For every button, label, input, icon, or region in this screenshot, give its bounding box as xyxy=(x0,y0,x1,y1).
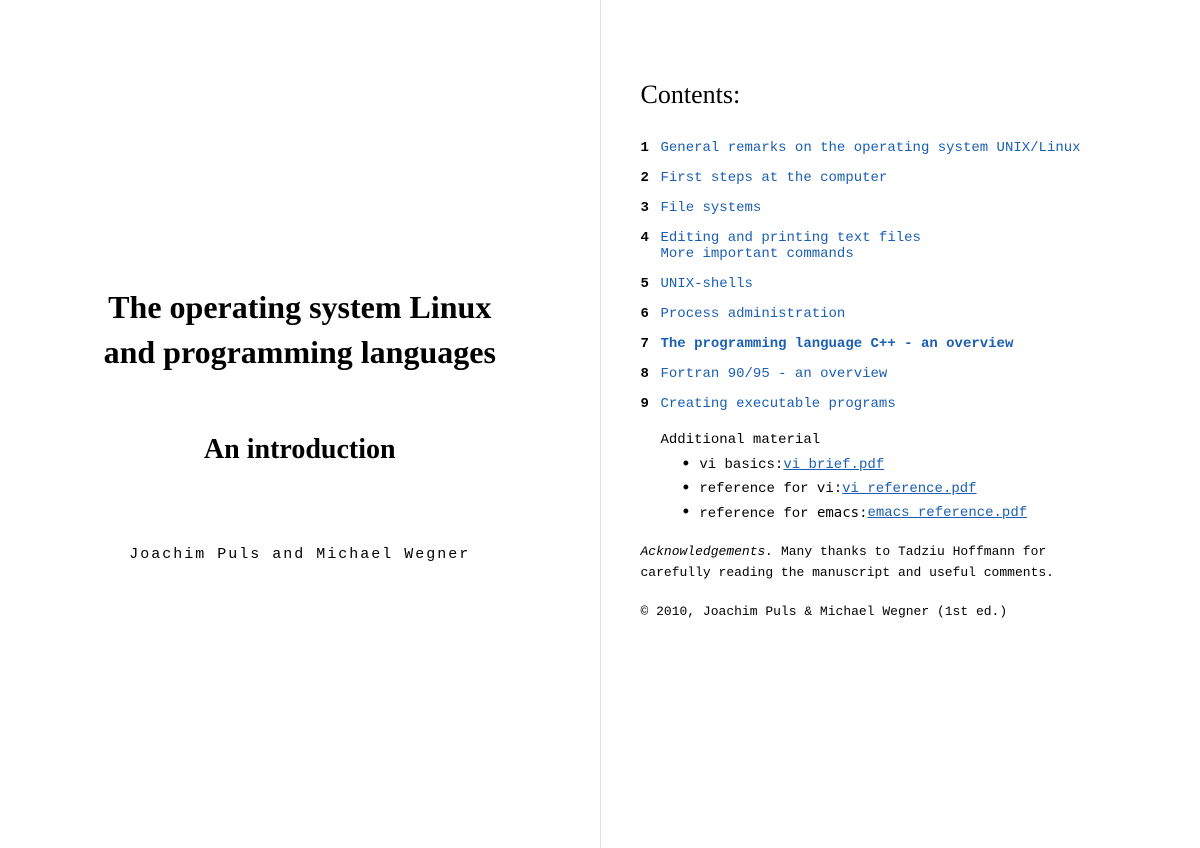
toc-item-3: 3 File systems xyxy=(641,200,1161,216)
toc-link-1[interactable]: General remarks on the operating system … xyxy=(661,140,1081,156)
acknowledgements-italic: Acknowledgements. xyxy=(641,544,774,559)
vi-brief-link[interactable]: vi_brief.pdf xyxy=(783,457,884,473)
toc-item-8: 8 Fortran 90/95 - an overview xyxy=(641,366,1161,382)
toc-link-4a[interactable]: Editing and printing text files xyxy=(661,230,921,246)
book-subtitle: An introduction xyxy=(204,434,396,466)
book-title-line1: The operating system Linux xyxy=(108,289,491,325)
toc-multiline-4: Editing and printing text files More imp… xyxy=(661,230,921,262)
toc-link-3[interactable]: File systems xyxy=(661,200,762,216)
bullet-prefix-1: vi basics: xyxy=(699,457,783,473)
toc-link-6[interactable]: Process administration xyxy=(661,306,846,322)
toc-number-6: 6 xyxy=(641,306,661,322)
toc-link-2[interactable]: First steps at the computer xyxy=(661,170,888,186)
toc-number-1: 1 xyxy=(641,140,661,156)
toc-link-8[interactable]: Fortran 90/95 - an overview xyxy=(661,366,888,382)
bullet-item-vi-reference: • reference for vi: vi_reference.pdf xyxy=(681,480,1161,498)
toc-item-1: 1 General remarks on the operating syste… xyxy=(641,140,1161,156)
table-of-contents: 1 General remarks on the operating syste… xyxy=(641,140,1161,412)
toc-link-7[interactable]: The programming language C++ - an overvi… xyxy=(661,336,1014,352)
bullet-item-vi-basics: • vi basics: vi_brief.pdf xyxy=(681,456,1161,474)
copyright-notice: © 2010, Joachim Puls & Michael Wegner (1… xyxy=(641,604,1161,619)
toc-number-5: 5 xyxy=(641,276,661,292)
toc-item-4: 4 Editing and printing text files More i… xyxy=(641,230,1161,262)
toc-number-7: 7 xyxy=(641,336,661,352)
bullet-item-emacs-reference: • reference for emacs: emacs_reference.p… xyxy=(681,504,1161,522)
toc-item-5: 5 UNIX-shells xyxy=(641,276,1161,292)
left-panel: The operating system Linux and programmi… xyxy=(0,0,600,848)
bullet-dot-1: • xyxy=(681,456,692,474)
book-title-line2: and programming languages xyxy=(104,334,496,370)
book-authors: Joachim Puls and Michael Wegner xyxy=(129,546,470,563)
bullet-dot-2: • xyxy=(681,480,692,498)
toc-item-9: 9 Creating executable programs xyxy=(641,396,1161,412)
toc-number-9: 9 xyxy=(641,396,661,412)
toc-number-8: 8 xyxy=(641,366,661,382)
vi-reference-link[interactable]: vi_reference.pdf xyxy=(842,481,976,497)
toc-number-2: 2 xyxy=(641,170,661,186)
bullet-prefix-3: reference for emacs: xyxy=(699,505,867,522)
toc-link-9[interactable]: Creating executable programs xyxy=(661,396,896,412)
toc-item-2: 2 First steps at the computer xyxy=(641,170,1161,186)
contents-heading: Contents: xyxy=(641,80,1161,110)
emacs-reference-link[interactable]: emacs_reference.pdf xyxy=(868,505,1028,521)
toc-item-7: 7 The programming language C++ - an over… xyxy=(641,336,1161,352)
bullet-dot-3: • xyxy=(681,504,692,522)
bullet-list: • vi basics: vi_brief.pdf • reference fo… xyxy=(681,456,1161,522)
right-panel: Contents: 1 General remarks on the opera… xyxy=(601,0,1200,848)
bullet-prefix-2: reference for vi: xyxy=(699,481,842,497)
toc-link-5[interactable]: UNIX-shells xyxy=(661,276,753,292)
toc-link-4b[interactable]: More important commands xyxy=(661,246,921,262)
toc-item-6: 6 Process administration xyxy=(641,306,1161,322)
toc-number-4: 4 xyxy=(641,230,661,246)
additional-material-section: Additional material • vi basics: vi_brie… xyxy=(641,432,1161,522)
acknowledgements-section: Acknowledgements. Many thanks to Tadziu … xyxy=(641,542,1101,584)
book-title: The operating system Linux and programmi… xyxy=(104,285,496,375)
additional-material-label: Additional material xyxy=(661,432,1161,448)
toc-number-3: 3 xyxy=(641,200,661,216)
